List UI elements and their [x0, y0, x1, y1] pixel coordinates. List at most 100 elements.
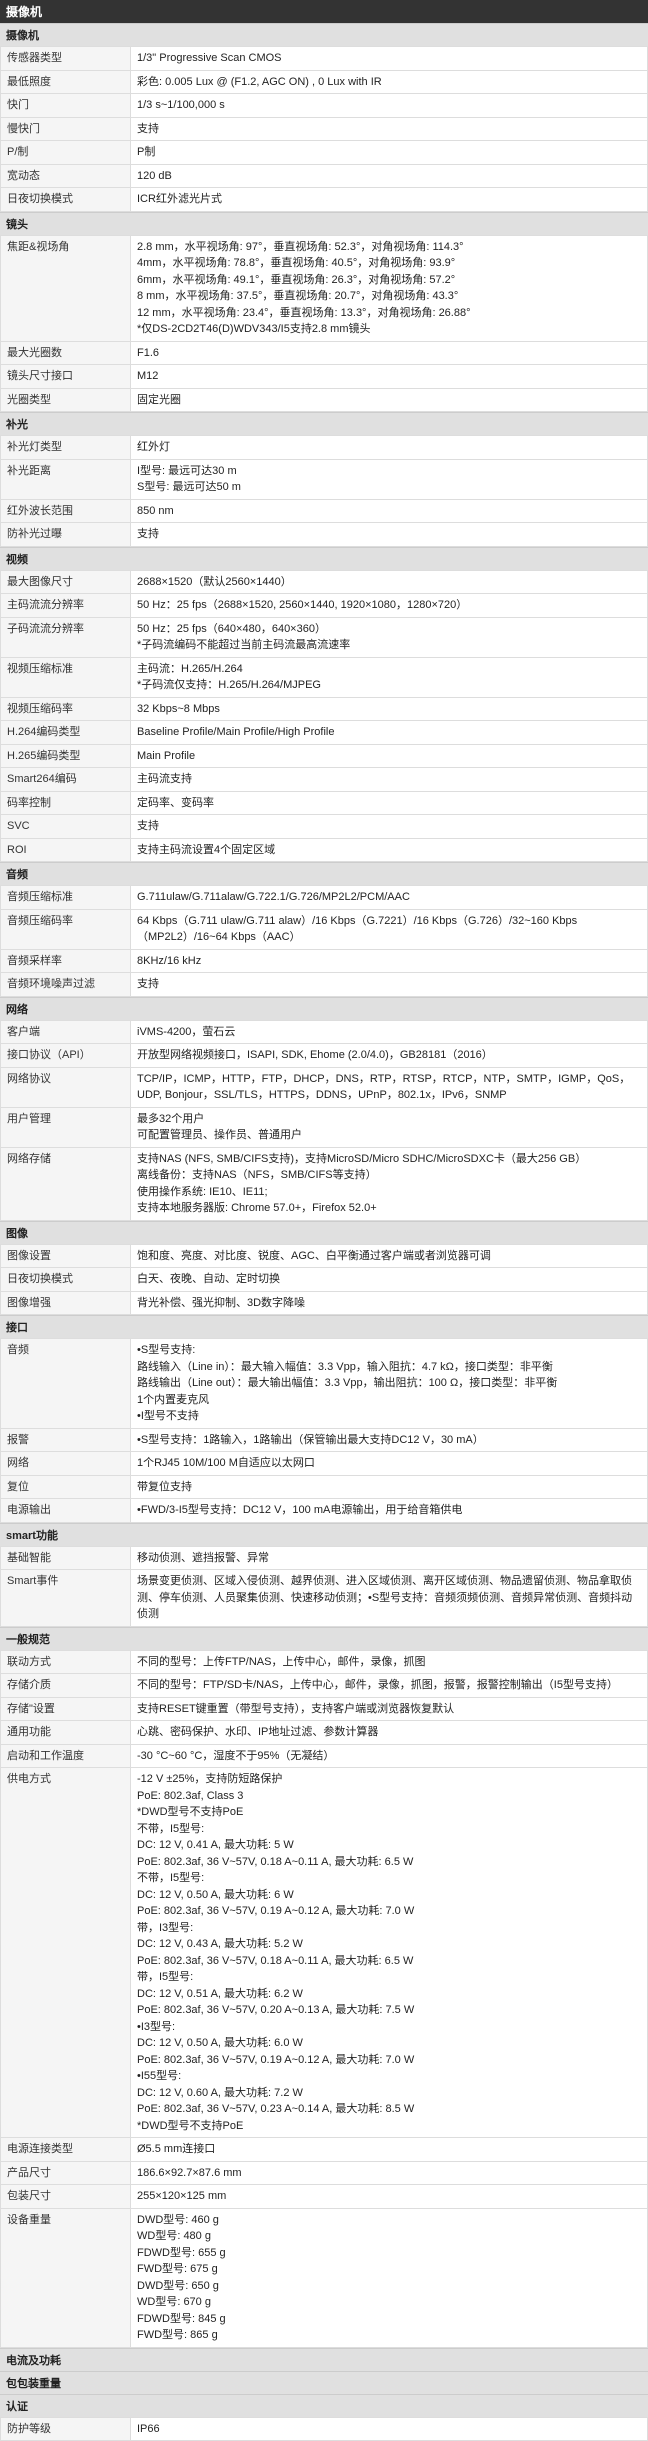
spec-value: 不同的型号：上传FTP/NAS，上传中心，邮件，录像，抓图: [131, 1650, 648, 1674]
table-row: 宽动态120 dB: [1, 164, 648, 188]
spec-value: -12 V ±25%，支持防短路保护 PoE: 802.3af, Class 3…: [131, 1768, 648, 2138]
spec-label: H.264编码类型: [1, 721, 131, 745]
spec-value: 定码率、变码率: [131, 791, 648, 815]
spec-label: 包装尺寸: [1, 2185, 131, 2209]
spec-label: 存储"设置: [1, 1697, 131, 1721]
spec-label: 音频压缩标准: [1, 886, 131, 910]
table-row: 联动方式不同的型号：上传FTP/NAS，上传中心，邮件，录像，抓图: [1, 1650, 648, 1674]
table-row: 供电方式-12 V ±25%，支持防短路保护 PoE: 802.3af, Cla…: [1, 1768, 648, 2138]
table-row: 音频采样率8KHz/16 kHz: [1, 949, 648, 973]
spec-label: 主码流流分辨率: [1, 594, 131, 618]
section-header: 摄像机: [0, 23, 648, 46]
spec-value: -30 °C~60 °C，湿度不于95%（无凝结）: [131, 1744, 648, 1768]
table-row: 存储"设置支持RESET键重置（带型号支持），支持客户端或浏览器恢复默认: [1, 1697, 648, 1721]
spec-label: 补光距离: [1, 459, 131, 499]
section-header: 包包装重量: [0, 2371, 648, 2394]
spec-label: 供电方式: [1, 1768, 131, 2138]
table-row: SVC支持: [1, 815, 648, 839]
spec-value: 开放型网络视频接口，ISAPI, SDK, Ehome (2.0/4.0)，GB…: [131, 1044, 648, 1068]
spec-value: 不同的型号：FTP/SD卡/NAS，上传中心，邮件，录像，抓图，报警，报警控制输…: [131, 1674, 648, 1698]
spec-label: 最大光圈数: [1, 341, 131, 365]
table-row: ROI支持主码流设置4个固定区域: [1, 838, 648, 862]
table-row: 报警•S型号支持：1路输入，1路输出（保管输出最大支持DC12 V，30 mA）: [1, 1428, 648, 1452]
spec-value: 红外灯: [131, 436, 648, 460]
spec-value: TCP/IP，ICMP，HTTP，FTP，DHCP，DNS，RTP，RTSP，R…: [131, 1067, 648, 1107]
spec-table: 音频•S型号支持: 路线输入（Line in）：最大输入幅值：3.3 Vpp，输…: [0, 1338, 648, 1523]
table-row: 接口协议（API）开放型网络视频接口，ISAPI, SDK, Ehome (2.…: [1, 1044, 648, 1068]
table-row: 传感器类型1/3" Progressive Scan CMOS: [1, 47, 648, 71]
table-row: 最大光圈数F1.6: [1, 341, 648, 365]
spec-value: 支持: [131, 523, 648, 547]
spec-label: 图像设置: [1, 1244, 131, 1268]
spec-value: iVMS-4200，萤石云: [131, 1020, 648, 1044]
spec-label: Smart事件: [1, 1570, 131, 1627]
spec-label: 复位: [1, 1475, 131, 1499]
spec-value: DWD型号: 460 g WD型号: 480 g FDWD型号: 655 g F…: [131, 2208, 648, 2347]
spec-label: 焦距&视场角: [1, 235, 131, 341]
spec-value: 8KHz/16 kHz: [131, 949, 648, 973]
spec-table: 焦距&视场角2.8 mm，水平视场角: 97°，垂直视场角: 52.3°，对角视…: [0, 235, 648, 413]
spec-value: 255×120×125 mm: [131, 2185, 648, 2209]
table-row: 慢快门支持: [1, 117, 648, 141]
spec-value: 移动侦测、遮挡报警、异常: [131, 1546, 648, 1570]
spec-value: •S型号支持：1路输入，1路输出（保管输出最大支持DC12 V，30 mA）: [131, 1428, 648, 1452]
table-row: 复位带复位支持: [1, 1475, 648, 1499]
spec-label: 镜头尺寸接口: [1, 365, 131, 389]
spec-value: IP66: [131, 2417, 648, 2441]
table-row: 用户管理最多32个用户 可配置管理员、操作员、普通用户: [1, 1107, 648, 1147]
table-row: 存储介质不同的型号：FTP/SD卡/NAS，上传中心，邮件，录像，抓图，报警，报…: [1, 1674, 648, 1698]
spec-value: 186.6×92.7×87.6 mm: [131, 2161, 648, 2185]
section-header: 音频: [0, 862, 648, 885]
table-row: 图像设置饱和度、亮度、对比度、锐度、AGC、白平衡通过客户端或者浏览器可调: [1, 1244, 648, 1268]
spec-table: 客户端iVMS-4200，萤石云接口协议（API）开放型网络视频接口，ISAPI…: [0, 1020, 648, 1221]
spec-value: Ø5.5 mm连接口: [131, 2138, 648, 2162]
table-row: 音频压缩码率64 Kbps（G.711 ulaw/G.711 alaw）/16 …: [1, 909, 648, 949]
table-row: 网络存储支持NAS (NFS, SMB/CIFS支持)，支持MicroSD/Mi…: [1, 1147, 648, 1220]
table-row: 主码流流分辨率50 Hz：25 fps（2688×1520, 2560×1440…: [1, 594, 648, 618]
table-row: 网络1个RJ45 10M/100 M自适应以太网口: [1, 1452, 648, 1476]
spec-value: 场景变更侦测、区域入侵侦测、越界侦测、进入区域侦测、离开区域侦测、物品遗留侦测、…: [131, 1570, 648, 1627]
spec-value: 支持: [131, 973, 648, 997]
table-row: P/制P制: [1, 141, 648, 165]
spec-table: 补光灯类型红外灯补光距离I型号: 最远可达30 m S型号: 最远可达50 m红…: [0, 435, 648, 547]
table-row: 红外波长范围850 nm: [1, 499, 648, 523]
spec-label: P/制: [1, 141, 131, 165]
section-header: 网络: [0, 997, 648, 1020]
spec-value: 50 Hz：25 fps（2688×1520, 2560×1440, 1920×…: [131, 594, 648, 618]
table-row: 电源连接类型Ø5.5 mm连接口: [1, 2138, 648, 2162]
table-row: 通用功能心跳、密码保护、水印、IP地址过滤、参数计算器: [1, 1721, 648, 1745]
table-row: 产品尺寸186.6×92.7×87.6 mm: [1, 2161, 648, 2185]
spec-label: SVC: [1, 815, 131, 839]
table-row: 音频•S型号支持: 路线输入（Line in）：最大输入幅值：3.3 Vpp，输…: [1, 1339, 648, 1429]
table-row: 客户端iVMS-4200，萤石云: [1, 1020, 648, 1044]
table-row: 镜头尺寸接口M12: [1, 365, 648, 389]
table-row: 日夜切换模式ICR红外滤光片式: [1, 188, 648, 212]
spec-value: G.711ulaw/G.711alaw/G.722.1/G.726/MP2L2/…: [131, 886, 648, 910]
spec-value: 饱和度、亮度、对比度、锐度、AGC、白平衡通过客户端或者浏览器可调: [131, 1244, 648, 1268]
spec-label: 联动方式: [1, 1650, 131, 1674]
spec-value: 120 dB: [131, 164, 648, 188]
spec-value: 64 Kbps（G.711 ulaw/G.711 alaw）/16 Kbps（G…: [131, 909, 648, 949]
spec-value: 2688×1520（默认2560×1440）: [131, 570, 648, 594]
spec-label: 防补光过曝: [1, 523, 131, 547]
table-row: 设备重量DWD型号: 460 g WD型号: 480 g FDWD型号: 655…: [1, 2208, 648, 2347]
spec-label: 网络存储: [1, 1147, 131, 1220]
spec-value: 最多32个用户 可配置管理员、操作员、普通用户: [131, 1107, 648, 1147]
table-row: 最低照度彩色: 0.005 Lux @ (F1.2, AGC ON) , 0 L…: [1, 70, 648, 94]
section-header: 图像: [0, 1221, 648, 1244]
spec-label: 最低照度: [1, 70, 131, 94]
spec-label: H.265编码类型: [1, 744, 131, 768]
spec-value: 1个RJ45 10M/100 M自适应以太网口: [131, 1452, 648, 1476]
spec-label: 音频环境噪声过滤: [1, 973, 131, 997]
table-row: 光圈类型固定光圈: [1, 388, 648, 412]
table-row: 补光距离I型号: 最远可达30 m S型号: 最远可达50 m: [1, 459, 648, 499]
section-header: 认证: [0, 2394, 648, 2417]
section-header: 视频: [0, 547, 648, 570]
table-row: 补光灯类型红外灯: [1, 436, 648, 460]
spec-label: 红外波长范围: [1, 499, 131, 523]
table-row: 电源输出•FWD/3-I5型号支持：DC12 V，100 mA电源输出，用于给音…: [1, 1499, 648, 1523]
spec-label: Smart264编码: [1, 768, 131, 792]
table-row: 包装尺寸255×120×125 mm: [1, 2185, 648, 2209]
table-row: 防补光过曝支持: [1, 523, 648, 547]
spec-label: 报警: [1, 1428, 131, 1452]
